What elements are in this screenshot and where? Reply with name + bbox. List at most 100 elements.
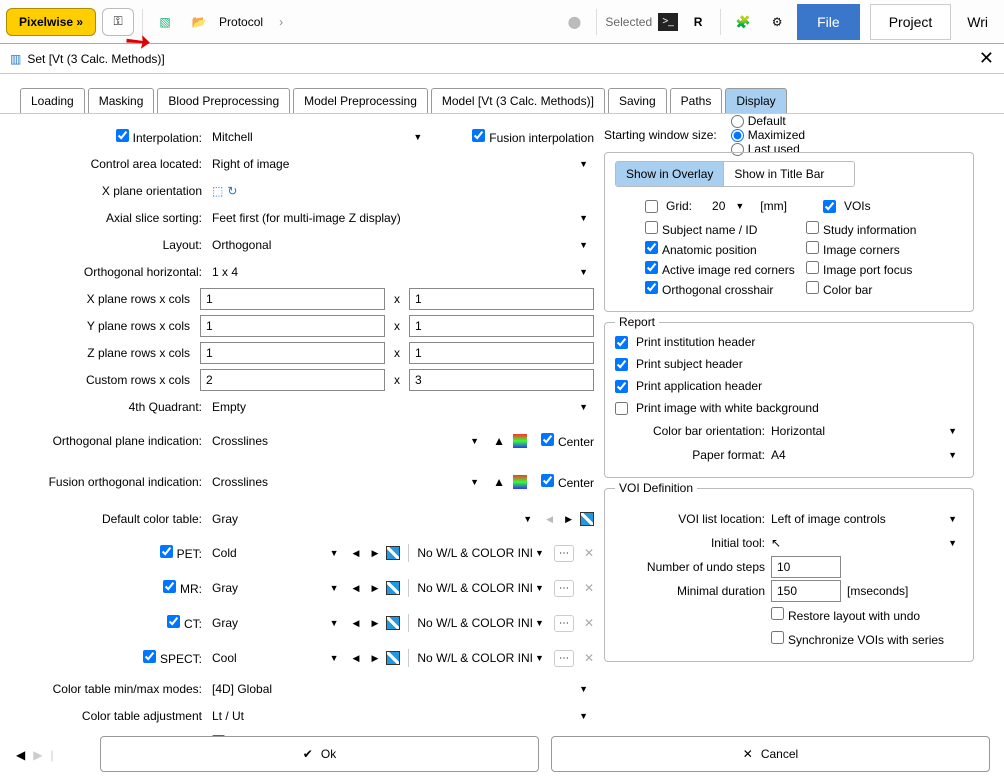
next-icon[interactable]: ▶ [367,618,382,629]
prev-icon[interactable]: ◀ [349,583,364,594]
next-icon[interactable]: ▶ [367,548,382,559]
modality-0-color-select[interactable]: Cold▼ [212,546,345,560]
mindur-input[interactable] [771,580,841,602]
voi-loc-select[interactable]: Left of image controls▼ [771,512,963,526]
zrc-cols-input[interactable] [409,342,594,364]
grid-value[interactable]: 20 [712,199,725,213]
report-check-print-application-header[interactable]: Print application header [615,379,762,393]
ct-adj-select[interactable]: Lt / Ut▼ [212,709,594,723]
lut-icon[interactable] [386,581,400,595]
tab-file[interactable]: File [797,4,860,40]
modality-1-wl-select[interactable]: No W/L & COLOR INI▼ [417,581,550,595]
report-check-print-institution-header[interactable]: Print institution header [615,335,755,349]
modality-0-wl-select[interactable]: No W/L & COLOR INI▼ [417,546,550,560]
axial-sort-select[interactable]: Feet first (for multi-image Z display)▼ [212,211,594,225]
clear-icon[interactable]: ✕ [584,616,594,630]
center-check-2[interactable]: Center [541,474,594,490]
triangle-up-icon[interactable]: ▲ [489,434,509,448]
modality-3-color-select[interactable]: Cool▼ [212,651,345,665]
overlay-check-orthogonal-crosshair[interactable]: Orthogonal crosshair [645,281,796,297]
crc-rows-input[interactable] [200,369,385,391]
orth-plane-ind-select[interactable]: Crosslines▼ [212,434,485,448]
pixelwise-button[interactable]: Pixelwise » [6,8,96,36]
grid-check[interactable]: Grid: [645,199,692,213]
ellipsis-icon[interactable]: ⋯ [554,545,574,562]
ok-button[interactable]: ✔Ok [100,736,539,772]
ellipsis-icon[interactable]: ⋯ [554,615,574,632]
puzzle-icon[interactable]: 🧩 [729,10,757,34]
undo-input[interactable] [771,556,841,578]
fusion-interp-check[interactable]: Fusion interpolation [472,129,594,145]
overlay-check-color-bar[interactable]: Color bar [806,281,957,297]
tab-paths[interactable]: Paths [670,88,723,113]
key-icon-button[interactable]: ⚿ [102,8,134,36]
restore-check[interactable]: Restore layout with undo [771,607,920,623]
folder-icon[interactable]: 📂 [185,10,213,34]
modality-1-check[interactable]: MR: [163,582,202,596]
interpolation-select[interactable]: Mitchell▼ [212,130,428,144]
modality-1-color-select[interactable]: Gray▼ [212,581,345,595]
circle-icon[interactable]: ⬤ [560,10,588,34]
ct-minmax-select[interactable]: [4D] Global▼ [212,682,594,696]
color-picker-icon[interactable] [513,475,527,489]
tab-loading[interactable]: Loading [20,88,85,113]
next-icon[interactable]: ▶ [561,514,576,525]
prev-icon[interactable]: ◀ [542,514,557,525]
lut-icon[interactable] [580,512,594,526]
modality-0-check[interactable]: PET: [160,547,202,561]
triangle-up-icon[interactable]: ▲ [489,475,509,489]
orth-horiz-select[interactable]: 1 x 4▼ [212,265,594,279]
quad4-select[interactable]: Empty▼ [212,400,594,414]
subtab-show-in-title-bar[interactable]: Show in Title Bar [723,162,834,186]
lut-icon[interactable] [386,546,400,560]
next-icon[interactable]: ▶ [367,583,382,594]
tab-display[interactable]: Display [725,88,786,113]
modality-2-color-select[interactable]: Gray▼ [212,616,345,630]
cancel-button[interactable]: ✕Cancel [551,736,990,772]
x-plane-or-icons[interactable]: ⬚ ↻ [212,184,594,198]
caret-down-icon[interactable]: ▼ [731,201,748,211]
tab-project[interactable]: Project [870,4,952,40]
sync-check[interactable]: Synchronize VOIs with series [771,631,944,647]
xrc-rows-input[interactable] [200,288,385,310]
prev-icon[interactable]: ◀ [349,618,364,629]
overlay-check-image-port-focus[interactable]: Image port focus [806,261,957,277]
overlay-check-study-information[interactable]: Study information [806,221,957,237]
prev-icon[interactable]: ◀ [349,653,364,664]
overlay-check-active-image-red-corners[interactable]: Active image red corners [645,261,796,277]
overlay-check-anatomic-position[interactable]: Anatomic position [645,241,796,257]
crc-cols-input[interactable] [409,369,594,391]
yrc-rows-input[interactable] [200,315,385,337]
lut-icon[interactable] [386,651,400,665]
modality-2-wl-select[interactable]: No W/L & COLOR INI▼ [417,616,550,630]
close-icon[interactable]: ✕ [979,48,994,69]
clear-icon[interactable]: ✕ [584,546,594,560]
clear-icon[interactable]: ✕ [584,581,594,595]
cbo-select[interactable]: Horizontal▼ [771,424,963,438]
xrc-cols-input[interactable] [409,288,594,310]
subtab-show-in-overlay[interactable]: Show in Overlay [616,162,723,186]
prev-icon[interactable]: ◀ [349,548,364,559]
report-check-print-image-with-white-background[interactable]: Print image with white background [615,401,819,415]
paper-select[interactable]: A4▼ [771,448,963,462]
fusion-orth-ind-select[interactable]: Crosslines▼ [212,475,485,489]
def-color-select[interactable]: Gray▼ [212,512,538,526]
center-check-1[interactable]: Center [541,433,594,449]
next-icon[interactable]: ▶ [367,653,382,664]
ellipsis-icon[interactable]: ⋯ [554,580,574,597]
ellipsis-icon[interactable]: ⋯ [554,650,574,667]
report-check-print-subject-header[interactable]: Print subject header [615,357,743,371]
control-area-select[interactable]: Right of image▼ [212,157,594,171]
lut-icon[interactable] [386,616,400,630]
interpolation-check[interactable]: Interpolation: [116,131,202,145]
r-icon[interactable]: R [684,10,712,34]
color-picker-icon[interactable] [513,434,527,448]
tab-blood-preprocessing[interactable]: Blood Preprocessing [157,88,290,113]
clear-icon[interactable]: ✕ [584,651,594,665]
tab-masking[interactable]: Masking [88,88,155,113]
overlay-check-subject-name-id[interactable]: Subject name / ID [645,221,796,237]
tab-wri[interactable]: Wri [957,4,998,40]
modality-3-check[interactable]: SPECT: [143,652,202,666]
init-tool-select[interactable]: ↖▼ [771,536,963,550]
start-win-radio-default[interactable]: Default [731,114,805,128]
